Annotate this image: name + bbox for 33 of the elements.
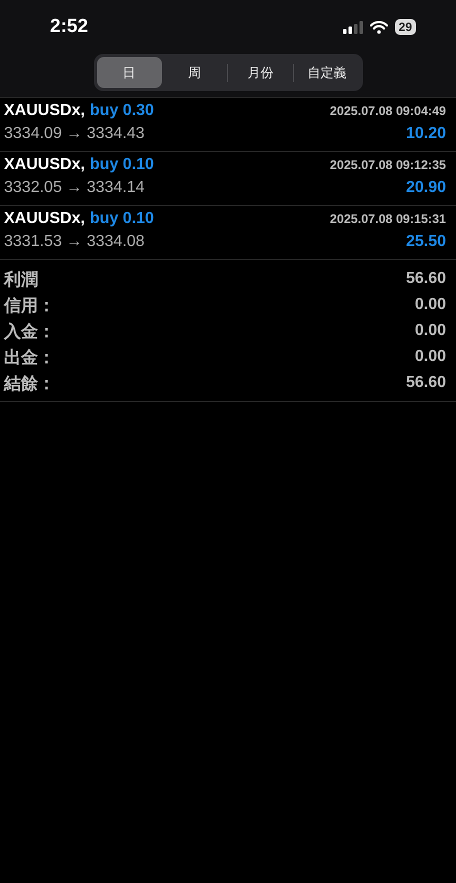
profit-value: 20.90	[406, 179, 446, 197]
summary-label: 入金：	[4, 320, 55, 342]
trade-time: 2025.07.08 09:04:49	[330, 104, 446, 118]
summary-label: 利潤	[4, 268, 38, 290]
symbol: XAUUSDx,	[4, 102, 85, 119]
signal-icon	[342, 20, 363, 34]
tab[interactable]: 自定義	[294, 57, 360, 88]
symbol: XAUUSDx,	[4, 156, 85, 173]
battery-level: 29	[394, 19, 416, 35]
summary-value: 56.60	[406, 374, 446, 392]
summary-value: 56.60	[406, 270, 446, 288]
summary-label: 結餘：	[4, 372, 55, 394]
trade-time: 2025.07.08 09:15:31	[330, 212, 446, 226]
profit-value: 10.20	[406, 125, 446, 143]
summary-value: 0.00	[414, 348, 446, 366]
price-range: 3331.53 → 3334.08	[4, 233, 145, 251]
price-range: 3334.09 → 3334.43	[4, 125, 145, 143]
price-range: 3332.05 → 3334.14	[4, 179, 145, 197]
wifi-icon	[370, 20, 388, 34]
order-side: buy 0.30	[90, 102, 154, 119]
summary-value: 0.00	[414, 322, 446, 340]
summary-label: 出金：	[4, 346, 55, 368]
tab[interactable]: 周	[162, 57, 227, 88]
profit-value: 25.50	[406, 233, 446, 251]
order-side: buy 0.10	[90, 156, 154, 173]
summary-value: 0.00	[414, 296, 446, 314]
clock-time: 2:52	[50, 16, 88, 38]
symbol: XAUUSDx,	[4, 210, 85, 227]
tab[interactable]: 日	[96, 57, 162, 88]
trade-time: 2025.07.08 09:12:35	[330, 158, 446, 172]
tab[interactable]: 月份	[228, 57, 294, 88]
summary-label: 信用：	[4, 294, 55, 316]
order-side: buy 0.10	[90, 210, 154, 227]
